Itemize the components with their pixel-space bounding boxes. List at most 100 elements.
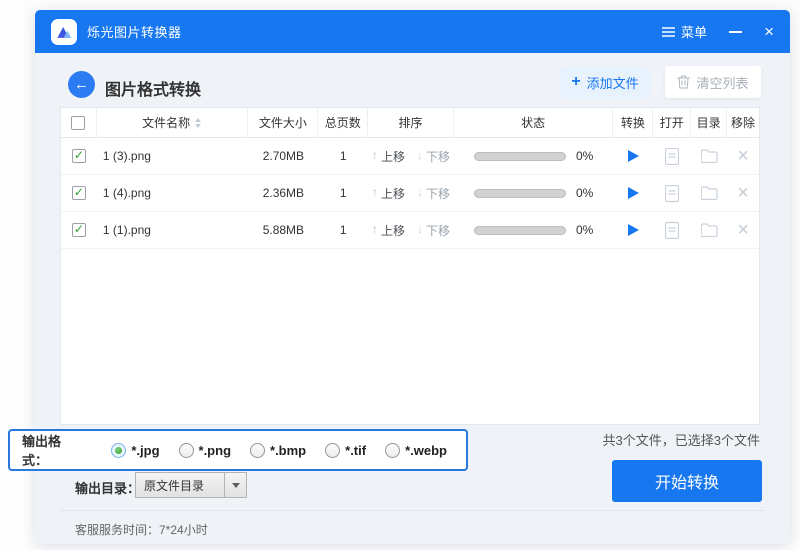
move-up-label: 上移 [381, 185, 405, 202]
col-filename[interactable]: 文件名称 [142, 114, 190, 131]
up-arrow-icon: ↑ [372, 185, 378, 202]
chevron-down-icon [232, 483, 240, 488]
col-remove: 移除 [727, 108, 759, 137]
plus-icon: + [571, 74, 580, 90]
check-icon: ✓ [74, 223, 84, 235]
up-arrow-icon: ↑ [372, 148, 378, 165]
start-convert-button[interactable]: 开始转换 [612, 460, 762, 502]
move-down-button[interactable]: ↓ 下移 [417, 148, 450, 165]
output-dir-value: 原文件目录 [136, 477, 224, 494]
open-file-button[interactable] [653, 212, 691, 248]
select-all-checkbox[interactable] [71, 116, 85, 130]
col-directory: 目录 [691, 108, 727, 137]
file-size: 2.70MB [248, 138, 318, 174]
remove-button[interactable]: × [737, 220, 749, 240]
convert-play-button[interactable] [628, 150, 639, 162]
move-up-label: 上移 [381, 222, 405, 239]
table-row: ✓ 1 (1).png 5.88MB 1 ↑ 上移 ↓ 下移 0% [61, 212, 759, 249]
add-files-button[interactable]: + 添加文件 [560, 66, 650, 98]
folder-icon [701, 149, 718, 163]
format-radio-option[interactable]: *.jpg [111, 443, 159, 458]
move-down-label: 下移 [426, 185, 450, 202]
progress-percent: 0% [576, 223, 593, 237]
page-count: 1 [318, 138, 368, 174]
title-bar: 烁光图片转换器 菜单 × [35, 10, 790, 53]
radio-icon [250, 443, 265, 458]
check-icon: ✓ [74, 149, 84, 161]
open-file-button[interactable] [653, 175, 691, 211]
sort-icon[interactable] [194, 118, 202, 128]
back-arrow-icon: ← [74, 76, 89, 93]
move-down-button[interactable]: ↓ 下移 [417, 222, 450, 239]
folder-icon [701, 223, 718, 237]
page-count: 1 [318, 212, 368, 248]
file-table: 文件名称 文件大小 总页数 排序 状态 转换 打开 目录 移除 ✓ 1 (3).… [60, 107, 760, 425]
app-logo-icon [51, 19, 77, 45]
col-pages: 总页数 [318, 108, 368, 137]
progress-percent: 0% [576, 186, 593, 200]
trash-icon [677, 75, 690, 89]
output-dir-select[interactable]: 原文件目录 [135, 472, 247, 498]
progress-bar [474, 226, 566, 235]
col-filesize: 文件大小 [248, 108, 318, 137]
table-body: ✓ 1 (3).png 2.70MB 1 ↑ 上移 ↓ 下移 0% [61, 138, 759, 249]
format-radio-option[interactable]: *.webp [385, 443, 447, 458]
move-up-label: 上移 [381, 148, 405, 165]
back-button[interactable]: ← [68, 71, 95, 98]
down-arrow-icon: ↓ [417, 185, 423, 202]
table-row: ✓ 1 (4).png 2.36MB 1 ↑ 上移 ↓ 下移 0% [61, 175, 759, 212]
open-directory-button[interactable] [691, 138, 727, 174]
progress-percent: 0% [576, 149, 593, 163]
menu-label: 菜单 [681, 22, 707, 41]
output-format-box: 输出格式： *.jpg *.png *.bmp *.tif *.webp [8, 429, 468, 471]
output-format-label: 输出格式： [22, 431, 85, 469]
col-sort: 排序 [368, 108, 454, 137]
format-radio-option[interactable]: *.png [179, 443, 232, 458]
move-up-button[interactable]: ↑ 上移 [372, 185, 413, 202]
format-radio-option[interactable]: *.tif [325, 443, 366, 458]
radio-icon [325, 443, 340, 458]
clear-list-button[interactable]: 清空列表 [665, 66, 761, 98]
minimize-button[interactable] [729, 31, 742, 33]
move-up-button[interactable]: ↑ 上移 [372, 222, 413, 239]
down-arrow-icon: ↓ [417, 148, 423, 165]
open-file-button[interactable] [653, 138, 691, 174]
menu-button[interactable]: 菜单 [662, 22, 707, 41]
row-checkbox[interactable]: ✓ [72, 149, 86, 163]
move-up-button[interactable]: ↑ 上移 [372, 148, 413, 165]
format-radio-option[interactable]: *.bmp [250, 443, 306, 458]
radio-icon [111, 443, 126, 458]
row-checkbox[interactable]: ✓ [72, 186, 86, 200]
convert-play-button[interactable] [628, 187, 639, 199]
page-count: 1 [318, 175, 368, 211]
col-status: 状态 [454, 108, 614, 137]
convert-play-button[interactable] [628, 224, 639, 236]
row-checkbox[interactable]: ✓ [72, 223, 86, 237]
radio-icon [179, 443, 194, 458]
document-icon [665, 185, 679, 202]
file-size: 5.88MB [248, 212, 318, 248]
progress-bar [474, 152, 566, 161]
remove-button[interactable]: × [737, 146, 749, 166]
output-dir-label: 输出目录： [75, 478, 140, 497]
move-down-button[interactable]: ↓ 下移 [417, 185, 450, 202]
table-header: 文件名称 文件大小 总页数 排序 状态 转换 打开 目录 移除 [61, 108, 759, 138]
open-directory-button[interactable] [691, 212, 727, 248]
move-down-label: 下移 [426, 148, 450, 165]
radio-icon [385, 443, 400, 458]
move-down-label: 下移 [426, 222, 450, 239]
down-arrow-icon: ↓ [417, 222, 423, 239]
document-icon [665, 148, 679, 165]
col-convert: 转换 [613, 108, 653, 137]
close-button[interactable]: × [764, 23, 774, 40]
format-options: *.jpg *.png *.bmp *.tif *.webp [111, 443, 466, 458]
file-name: 1 (4).png [97, 175, 249, 211]
file-count-summary: 共3个文件，已选择3个文件 [603, 430, 760, 449]
service-hours: 客服服务时间：7*24小时 [75, 521, 208, 538]
remove-button[interactable]: × [737, 183, 749, 203]
app-title: 烁光图片转换器 [87, 22, 182, 41]
check-icon: ✓ [74, 186, 84, 198]
open-directory-button[interactable] [691, 175, 727, 211]
up-arrow-icon: ↑ [372, 222, 378, 239]
col-open: 打开 [653, 108, 691, 137]
